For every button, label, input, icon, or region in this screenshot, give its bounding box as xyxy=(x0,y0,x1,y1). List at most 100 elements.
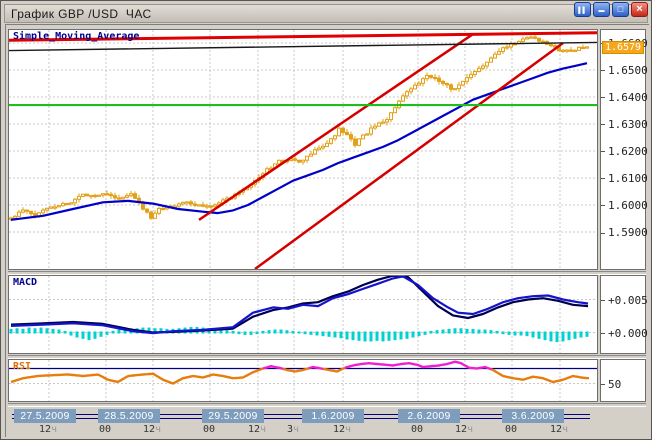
histogram-bar xyxy=(310,332,313,335)
axis-tick-label: 1.5900 xyxy=(601,227,648,239)
histogram-bar xyxy=(466,329,469,334)
candle-body xyxy=(182,202,185,204)
histogram-bar xyxy=(232,331,235,334)
chart-window: График GBP /USD ЧАС ▌▌ ▬ □ × Simple_Movi… xyxy=(0,0,652,440)
histogram-bar xyxy=(304,332,307,335)
histogram-bar xyxy=(484,330,487,334)
candle-body xyxy=(434,77,437,78)
candle-body xyxy=(454,89,457,90)
histogram-bar xyxy=(442,330,445,334)
rsi-indicator-label: RSI xyxy=(13,361,31,372)
price-panel[interactable]: Simple_Moving_Average xyxy=(8,29,598,270)
candle-body xyxy=(58,206,61,207)
histogram-bar xyxy=(22,329,25,334)
candle-body xyxy=(374,126,377,128)
histogram-bar xyxy=(586,332,589,337)
candle-body xyxy=(450,85,453,90)
histogram-bar xyxy=(580,332,583,338)
time-axis: 27.5.200928.5.200929.5.20091.6.20092.6.2… xyxy=(8,407,646,435)
histogram-bar xyxy=(238,332,241,335)
candle-body xyxy=(534,37,537,38)
macd-indicator-label: MACD xyxy=(13,277,37,288)
candle-body xyxy=(310,154,313,156)
channel-upper-line xyxy=(199,34,473,220)
time-tick-label: 12ч xyxy=(455,424,473,435)
histogram-bar xyxy=(538,332,541,339)
candle-body xyxy=(466,78,469,82)
titlebar[interactable]: График GBP /USD ЧАС xyxy=(4,4,648,23)
candle-body xyxy=(30,211,33,213)
candle-body xyxy=(418,83,421,85)
histogram-bar xyxy=(328,332,331,337)
histogram-bar xyxy=(508,332,511,335)
candle-body xyxy=(102,194,105,195)
candle-body xyxy=(74,199,77,203)
minimize-button[interactable]: ▬ xyxy=(593,2,610,17)
candle-body xyxy=(550,44,553,45)
candle-body xyxy=(482,66,485,68)
candle-body xyxy=(202,205,205,206)
maximize-button[interactable]: □ xyxy=(612,2,629,17)
candle-body xyxy=(430,76,433,78)
candle-body xyxy=(414,85,417,89)
candle-body xyxy=(358,139,361,145)
pause-button[interactable]: ▌▌ xyxy=(574,2,591,17)
candle-body xyxy=(422,79,425,84)
candle-body xyxy=(26,210,29,211)
candle-body xyxy=(442,81,445,83)
tick-mark xyxy=(601,97,605,98)
close-button[interactable]: × xyxy=(631,2,648,17)
histogram-bar xyxy=(412,332,415,338)
histogram-bar xyxy=(490,330,493,333)
tick-mark xyxy=(601,124,605,125)
histogram-bar xyxy=(46,328,49,333)
minimize-icon: ▬ xyxy=(599,8,605,14)
histogram-bar xyxy=(40,328,43,334)
tick-mark xyxy=(601,178,605,179)
candle-body xyxy=(334,136,337,139)
histogram-bar xyxy=(286,330,289,333)
macd-panel[interactable]: MACD xyxy=(8,275,598,354)
tick-mark xyxy=(601,300,605,301)
candle-body xyxy=(210,206,213,207)
histogram-bar xyxy=(70,332,73,336)
axis-tick-label: 1.6000 xyxy=(601,200,648,212)
candle-body xyxy=(498,51,501,54)
candle-body xyxy=(474,72,477,75)
candle-body xyxy=(478,68,481,71)
candle-body xyxy=(314,150,317,154)
histogram-bar xyxy=(256,332,259,335)
macd-line xyxy=(11,276,588,333)
axis-tick-label: 1.6200 xyxy=(601,146,648,158)
axis-tick-label: +0.000 xyxy=(601,328,648,340)
histogram-bar xyxy=(298,332,301,334)
histogram-bar xyxy=(526,332,529,337)
candle-body xyxy=(486,62,489,66)
candle-body xyxy=(66,203,69,204)
histogram-bar xyxy=(562,332,565,342)
candle-body xyxy=(322,146,325,148)
rsi-chart xyxy=(9,360,597,401)
candle-body xyxy=(318,148,321,150)
candle-body xyxy=(438,78,441,81)
candle-body xyxy=(502,48,505,52)
rsi-panel[interactable]: RSI xyxy=(8,359,598,402)
histogram-bar xyxy=(406,332,409,339)
candle-body xyxy=(330,139,333,144)
date-badge: 2.6.2009 xyxy=(398,409,460,423)
axis-tick-label: 1.6100 xyxy=(601,173,648,185)
candle-body xyxy=(162,208,165,209)
histogram-bar xyxy=(448,329,451,334)
axis-tick-label: 1.6300 xyxy=(601,119,648,131)
histogram-bar xyxy=(532,332,535,338)
candle-body xyxy=(18,212,21,216)
candle-body xyxy=(362,135,365,139)
candle-body xyxy=(522,39,525,41)
candle-body xyxy=(350,135,353,139)
histogram-bar xyxy=(100,332,103,337)
candle-body xyxy=(494,54,497,58)
candle-body xyxy=(114,196,117,198)
tick-mark xyxy=(601,70,605,71)
candle-body xyxy=(462,81,465,85)
window-title: График GBP /USD ЧАС xyxy=(5,7,152,21)
